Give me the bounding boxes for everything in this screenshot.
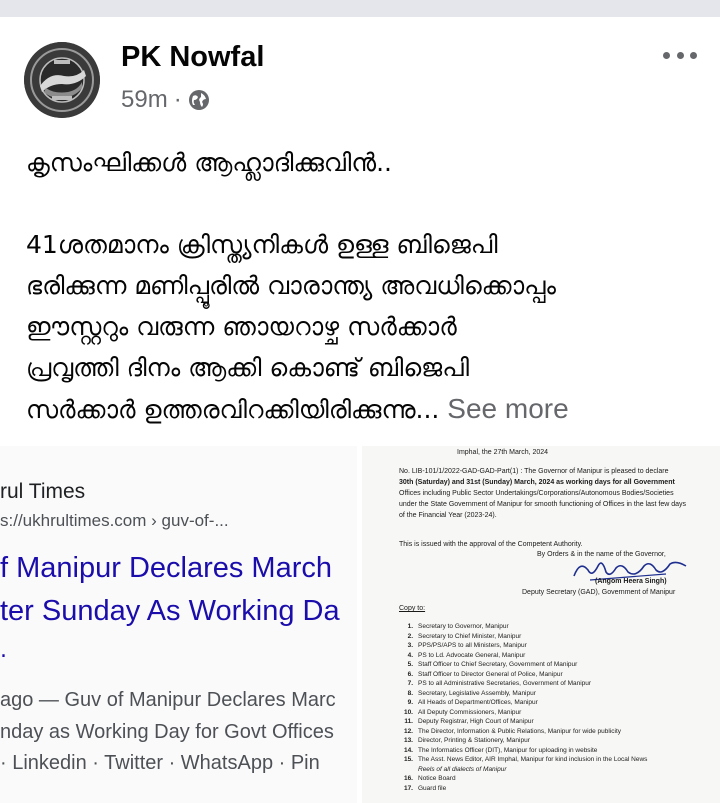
doc-copy-list: 1. Secretary to Governor, Manipur 2. Secre… — [399, 622, 647, 793]
copy-list-item: 11. Deputy Registrar, High Court of Manip… — [404, 718, 534, 725]
copy-list-item: 2. Secretary to Chief Minister, Manipur — [407, 632, 522, 640]
copy-list-item: 9. All Heads of Department/Offices, Manip… — [407, 699, 538, 706]
doc-body-line: Offices including Public Sector Undertak… — [399, 490, 674, 497]
result-site-name: rul Times — [0, 480, 86, 503]
post-text-last-line: സർക്കാർ ഉത്തരവിറക്കിയിരിക്കുന്നു... See … — [26, 388, 701, 429]
doc-approval: This is issued with the approval of the … — [399, 541, 583, 548]
doc-copy-to: Copy to: — [399, 605, 426, 612]
doc-signatory-name: (Angom Heera Singh) — [595, 578, 667, 585]
result-title-line: ter Sunday As Working Da — [0, 595, 340, 627]
doc-date-line: Imphal, the 27th March, 2024 — [457, 449, 549, 456]
copy-list-item: 7. PS to all Administrative Secretaries, … — [407, 680, 592, 687]
copy-list-item: 1. Secretary to Governor, Manipur — [407, 623, 509, 630]
post-text-line: സർക്കാർ ഉത്തരവിറക്കിയിരിക്കുന്നു... — [26, 395, 440, 424]
copy-list-item: 13. Director, Printing & Stationery, Mani… — [403, 737, 530, 744]
doc-body-line: of the Financial Year (2023-24). — [399, 512, 497, 519]
doc-body-line: under the State Government of Manipur fo… — [399, 501, 687, 508]
post-text-line: കൃസംഘിക്കൾ ആഹ്ലാദിക്കുവിൻ.. — [26, 148, 392, 177]
copy-list-item: 15. The Asst. News Editor, AIR Imphal, Ma… — [403, 756, 648, 763]
post-text-line: ഭരിക്കുന്ന മണിപ്പൂരിൽ വാരാന്ത്യ അവധിക്കൊ… — [26, 271, 557, 300]
author-name[interactable]: PK Nowfal — [121, 41, 264, 74]
post-text-blank — [26, 183, 701, 224]
avatar-logo-image — [24, 42, 100, 118]
copy-list-item: 6. Staff Officer to Director General of P… — [407, 670, 563, 678]
post-meta: 59m · — [121, 86, 210, 114]
copy-list-item: 4. PS to Ld. Advocate General, Manipur — [407, 651, 526, 659]
result-snippet-line: · Linkedin · Twitter · WhatsApp · Pin — [0, 752, 320, 774]
result-title-line: . — [0, 638, 7, 663]
copy-list-item: 10. All Deputy Commissioners, Manipur — [403, 708, 522, 716]
copy-list-item: 14. The Informatics Officer (DIT), Manipu… — [403, 746, 598, 754]
post-text-line: 41ശതമാനം ക്രിസ്ത്യനികൾ ഉള്ള ബിജെപി — [26, 230, 498, 259]
post-time[interactable]: 59m — [121, 86, 168, 114]
copy-list-item: 5. Staff Officer to Chief Secretary, Gove… — [407, 661, 578, 668]
copy-list-item: 8. Secretary, Legislative Assembly, Manip… — [407, 689, 536, 697]
see-more-link[interactable]: See more — [447, 393, 568, 424]
result-url: s://ukhrultimes.com › guv-of-... — [0, 511, 229, 530]
doc-body-line: No. LIB-101/1/2022-GAD-GAD-Part(1) : The… — [399, 468, 669, 475]
post-text-line: ഈസ്റ്ററും വരുന്ന ഞായറാഴ്ച സർക്കാർ — [26, 312, 457, 341]
copy-list-item: 17. Guard file — [403, 784, 447, 792]
post-image-search-result[interactable]: rul Times s://ukhrultimes.com › guv-of-.… — [0, 446, 357, 803]
copy-list-item: 16. Notice Board — [403, 775, 456, 782]
post-image-government-order[interactable]: Imphal, the 27th March, 2024 No. LIB-101… — [362, 446, 720, 803]
more-options-icon[interactable] — [663, 44, 697, 66]
meta-separator: · — [173, 86, 182, 113]
globe-icon — [188, 89, 210, 111]
result-snippet-line: ago — Guv of Manipur Declares Marc — [0, 689, 336, 711]
avatar[interactable] — [24, 42, 100, 118]
doc-body-line: 30th (Saturday) and 31st (Sunday) March,… — [399, 479, 675, 486]
top-divider — [0, 0, 720, 17]
result-snippet-line: nday as Working Day for Govt Offices — [0, 721, 334, 743]
post-body: കൃസംഘിക്കൾ ആഹ്ലാദിക്കുവിൻ.. 41ശതമാനം ക്ര… — [26, 142, 701, 429]
result-title-line: f Manipur Declares March — [0, 552, 332, 584]
post-text-line: പ്രവൃത്തി ദിനം ആക്കി കൊണ്ട് ബിജെപി — [26, 353, 469, 382]
doc-signatory-title: Deputy Secretary (GAD), Government of Ma… — [522, 589, 676, 596]
copy-list-item: Reels of all dialects of Manipur — [418, 765, 507, 773]
copy-list-item: 3. PPS/PS/APS to all Ministers, Manipur — [407, 642, 527, 649]
copy-list-item: 12. The Director, Information & Public Re… — [403, 727, 622, 735]
